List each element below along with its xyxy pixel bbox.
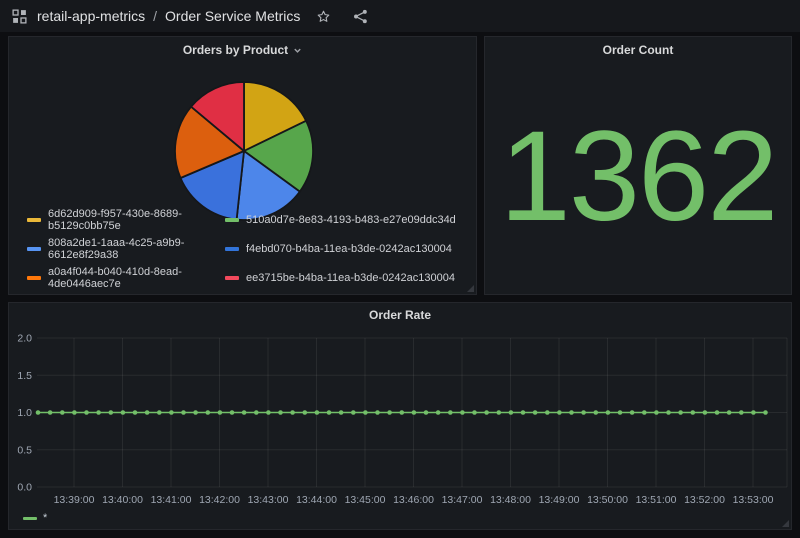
svg-text:13:51:00: 13:51:00 [636,494,677,506]
svg-text:13:45:00: 13:45:00 [345,494,386,506]
pie-legend-item[interactable]: 808a2de1-1aaa-4c25-a9b9-6612e8f29a38 [27,237,223,261]
svg-text:13:42:00: 13:42:00 [199,494,240,506]
stat-value-area: 1362 [485,63,791,290]
legend-swatch [27,218,41,222]
panel-orders-by-product: Orders by Product 6d62d909-f957-430e-868… [8,36,477,295]
share-icon[interactable] [351,7,370,26]
legend-label: ee3715be-b4ba-11ea-b3de-0242ac130004 [246,272,455,284]
legend-swatch [23,517,37,520]
x-axis-labels: 13:39:00 13:40:00 13:41:00 13:42:00 13:43:00… [54,494,774,506]
legend-swatch [225,247,239,251]
legend-label: 808a2de1-1aaa-4c25-a9b9-6612e8f29a38 [48,237,223,261]
panel-title-order-rate[interactable]: Order Rate [9,303,791,327]
pie-legend-item[interactable]: 510a0d7e-8e83-4193-b483-e27e09ddc34d [225,208,456,232]
panel-order-count: Order Count 1362 [484,36,792,295]
svg-text:13:47:00: 13:47:00 [442,494,483,506]
svg-text:13:53:00: 13:53:00 [733,494,774,506]
svg-text:0.0: 0.0 [17,482,32,494]
legend-swatch [27,247,41,251]
y-axis-labels: 2.0 1.5 1.0 0.5 0.0 [17,333,32,494]
pie-legend-item[interactable]: f4ebd070-b4ba-11ea-b3de-0242ac130004 [225,237,456,261]
pie-legend-item[interactable]: 6d62d909-f957-430e-8689-b5129c0bb75e [27,208,223,232]
legend-swatch [225,276,239,280]
legend-swatch [225,218,239,222]
legend-label: f4ebd070-b4ba-11ea-b3de-0242ac130004 [246,243,452,255]
legend-label: a0a4f044-b040-410d-8ead-4de0446aec7e [48,266,223,290]
panel-title-text: Orders by Product [183,43,288,57]
panel-title-text: Order Count [603,43,674,57]
svg-text:2.0: 2.0 [17,333,32,345]
svg-text:0.5: 0.5 [17,444,32,456]
pie-legend-item[interactable]: a0a4f044-b040-410d-8ead-4de0446aec7e [27,266,223,290]
svg-text:13:39:00: 13:39:00 [54,494,95,506]
breadcrumb-folder[interactable]: retail-app-metrics [37,8,145,24]
legend-swatch [27,276,41,280]
svg-text:13:48:00: 13:48:00 [490,494,531,506]
chevron-down-icon [293,46,302,55]
legend-label: 510a0d7e-8e83-4193-b483-e27e09ddc34d [246,214,456,226]
svg-text:1.5: 1.5 [17,370,32,382]
rate-legend-item[interactable]: * [23,512,47,524]
panel-title-orders-by-product[interactable]: Orders by Product [9,37,476,63]
order-rate-svg[interactable]: 2.01.51.00.50.013:39:0013:40:0013:41:001… [9,303,791,529]
svg-text:13:46:00: 13:46:00 [393,494,434,506]
panel-resize-handle[interactable] [467,285,474,292]
panel-resize-handle[interactable] [782,520,789,527]
series-points [36,410,768,415]
panel-order-rate: 2.01.51.00.50.013:39:0013:40:0013:41:001… [8,302,792,530]
svg-text:13:41:00: 13:41:00 [151,494,192,506]
panel-title-order-count[interactable]: Order Count [485,37,791,63]
star-icon[interactable] [314,7,333,26]
legend-label: 6d62d909-f957-430e-8689-b5129c0bb75e [48,208,223,232]
legend-label: * [43,512,47,524]
svg-text:1.0: 1.0 [17,407,32,419]
pie-legend-item[interactable]: ee3715be-b4ba-11ea-b3de-0242ac130004 [225,266,456,290]
breadcrumb-dashboard-title[interactable]: Order Service Metrics [165,8,300,24]
svg-text:13:49:00: 13:49:00 [539,494,580,506]
breadcrumb-separator: / [153,8,157,24]
panel-title-text: Order Rate [369,308,431,322]
top-nav-bar: retail-app-metrics / Order Service Metri… [0,0,800,32]
svg-text:13:44:00: 13:44:00 [296,494,337,506]
svg-text:13:50:00: 13:50:00 [587,494,628,506]
svg-text:13:40:00: 13:40:00 [102,494,143,506]
pie-legend: 6d62d909-f957-430e-8689-b5129c0bb75e 510a… [27,208,456,290]
apps-icon[interactable] [10,7,29,26]
svg-text:13:43:00: 13:43:00 [248,494,289,506]
svg-text:13:52:00: 13:52:00 [684,494,725,506]
stat-value: 1362 [500,113,777,241]
